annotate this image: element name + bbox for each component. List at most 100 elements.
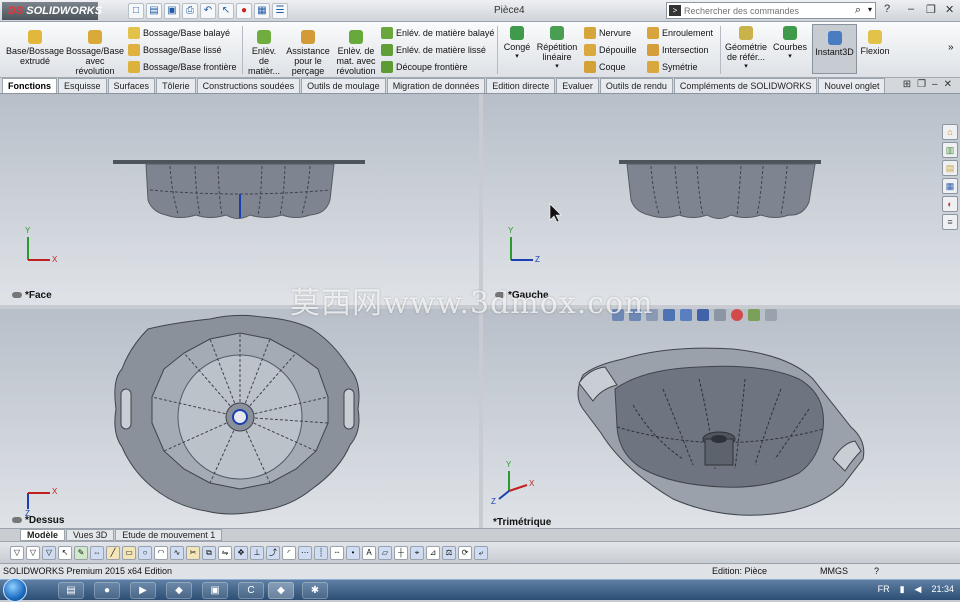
rib-item[interactable]: Nervure [584,26,631,40]
trim-icon[interactable]: ✂ [186,545,200,560]
smart-dimension-icon[interactable]: ⇔ [90,545,104,560]
close-view-icon[interactable]: ✕ [944,79,952,90]
appearances-icon[interactable]: ◐ [942,196,958,212]
linear-pattern-button[interactable]: Répétition linéaire ▾ [534,26,580,72]
search-input[interactable] [684,4,854,17]
viewport-front[interactable]: Y X *Face [0,94,479,305]
file-explorer-icon[interactable]: ▤ [942,160,958,176]
rebuild-icon[interactable]: ⟳ [458,545,472,560]
network-icon[interactable]: ▮ [900,584,905,595]
help-icon[interactable]: ? [884,3,890,15]
tab-fonctions[interactable]: Fonctions [2,78,57,93]
tab-tolerie[interactable]: Tôlerie [156,78,196,93]
tab-outils-de-moulage[interactable]: Outils de moulage [301,78,386,93]
chevron-down-icon[interactable]: ▾ [868,5,872,14]
hidden-eye-icon[interactable] [12,292,22,298]
intersect-item[interactable]: Intersection [647,43,709,57]
hole-wizard-button[interactable]: Assistance pour le perçage [284,30,332,76]
offset-icon[interactable]: ⧉ [202,545,216,560]
filter-faces-icon[interactable]: ▽ [42,545,56,560]
tab-edition-directe[interactable]: Edition directe [486,78,556,93]
mass-properties-icon[interactable]: ⚖ [442,545,456,560]
sketch-icon[interactable]: ✎ [74,545,88,560]
flex-button[interactable]: Flexion [860,30,890,56]
line-icon[interactable]: ╱ [106,545,120,560]
text-icon[interactable]: A [362,545,376,560]
filter-edges-icon[interactable]: ▽ [26,545,40,560]
arc-icon[interactable]: ◠ [154,545,168,560]
spline-icon[interactable]: ∿ [170,545,184,560]
move-entities-icon[interactable]: ✥ [234,545,248,560]
new-document-icon[interactable]: □ [128,3,144,19]
revolved-cut-button[interactable]: Enlèv. de mat. avec révolution [334,30,378,76]
print-icon[interactable]: ⎙ [182,3,198,19]
custom-properties-icon[interactable]: ≡ [942,214,958,230]
revolved-boss-button[interactable]: Bossage/Base avec révolution [66,30,124,76]
relations-icon[interactable]: ⊥ [250,545,264,560]
restore-icon[interactable]: ❐ [926,3,936,16]
language-indicator[interactable]: FR [878,584,890,595]
tab-etude-de-mouvement[interactable]: Etude de mouvement 1 [115,529,223,541]
rectangle-icon[interactable]: ▭ [122,545,136,560]
mirror-entities-icon[interactable]: ⇋ [218,545,232,560]
convert-entities-icon[interactable]: ⤴ [266,545,280,560]
minimize-view-icon[interactable]: – [932,79,938,90]
app-taskbar-icon[interactable]: ▣ [202,582,228,599]
scene-icon[interactable] [748,309,760,321]
fillet-button[interactable]: Congé ▾ [501,26,533,62]
select-icon[interactable]: ↖ [58,545,72,560]
command-search[interactable]: > ⌕ ▾ [666,2,876,19]
rebuild-traffic-light-icon[interactable]: ● [236,3,252,19]
tab-modele[interactable]: Modèle [20,529,66,541]
tile-view-icon[interactable]: ⊞ [903,79,911,90]
view-settings-icon[interactable] [765,309,777,321]
close-icon[interactable]: ✕ [945,3,954,16]
construction-geometry-icon[interactable]: ┊ [314,545,328,560]
swept-cut-item[interactable]: Enlév. de matière balayé [381,26,494,40]
view-palette-icon[interactable]: ▦ [942,178,958,194]
restore-view-icon[interactable]: ❐ [917,79,926,90]
coordinate-system-icon[interactable]: ⌖ [410,545,424,560]
windows-start-icon[interactable] [3,578,27,602]
lofted-boss-item[interactable]: Bossage/Base lissé [128,43,222,57]
swept-boss-item[interactable]: Bossage/Base balayé [128,26,230,40]
tab-complements[interactable]: Compléments de SOLIDWORKS [673,78,818,93]
solidworks-taskbar-icon[interactable]: ◆ [166,582,192,599]
centerline-icon[interactable]: ┄ [330,545,344,560]
design-library-icon[interactable]: ▥ [942,142,958,158]
save-icon[interactable]: ▣ [164,3,180,19]
open-folder-icon[interactable]: ▤ [146,3,162,19]
tab-outils-de-rendu[interactable]: Outils de rendu [599,78,673,93]
minimize-icon[interactable]: – [908,3,914,15]
tab-esquisse[interactable]: Esquisse [58,78,107,93]
unit-system-text[interactable]: MMGS [820,564,848,579]
boundary-cut-item[interactable]: Découpe frontière [381,60,468,74]
options-icon[interactable]: ☰ [272,3,288,19]
curves-button[interactable]: Courbes ▾ [771,26,809,62]
hidden-eye-icon[interactable] [12,517,22,523]
lofted-cut-item[interactable]: Enlév. de matière lissé [381,43,486,57]
ccleaner-taskbar-icon[interactable]: C [238,582,264,599]
appearance-icon[interactable] [731,309,743,321]
volume-icon[interactable]: ◀ [915,584,922,595]
tab-surfaces[interactable]: Surfaces [107,78,156,93]
program-taskbar-icon[interactable]: ✱ [302,582,328,599]
viewport-top[interactable]: Z X *Dessus [0,309,479,528]
mirror-item[interactable]: Symétrie [647,60,698,74]
point-icon[interactable]: • [346,545,360,560]
circle-icon[interactable]: ○ [138,545,152,560]
draft-item[interactable]: Dépouille [584,43,637,57]
hide-show-items-icon[interactable] [714,309,726,321]
boundary-boss-item[interactable]: Bossage/Base frontière [128,60,237,74]
status-help-icon[interactable]: ? [874,564,879,579]
explorer-taskbar-icon[interactable]: ▤ [58,582,84,599]
clock[interactable]: 21:34 [931,584,954,595]
solidworks-active-taskbar-icon[interactable]: ◆ [268,582,294,599]
extruded-boss-button[interactable]: Base/Bossage extrudé [4,30,66,66]
wrap-item[interactable]: Enroulement [647,26,713,40]
viewport-trimetric[interactable]: Y X Z *Trimétrique [483,309,960,528]
tab-nouvel-onglet[interactable]: Nouvel onglet [818,78,886,93]
solidworks-logo[interactable]: DS SOLIDWORKS [2,2,102,20]
solidworks-resources-icon[interactable]: ⌂ [942,124,958,140]
axis-icon[interactable]: ┼ [394,545,408,560]
